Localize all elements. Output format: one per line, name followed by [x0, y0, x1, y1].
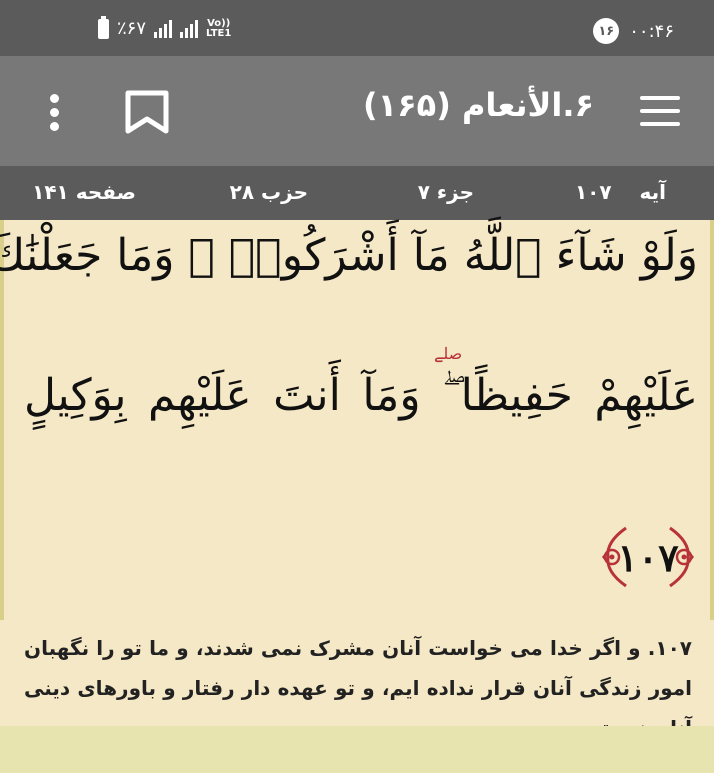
battery-percent: ٪۶۷	[117, 18, 147, 39]
more-options-icon[interactable]	[50, 94, 60, 136]
lte-label: LTE1	[206, 27, 232, 39]
clock: ۰۰:۴۶	[629, 20, 674, 42]
bookmark-icon[interactable]	[124, 90, 170, 134]
ayah-line-2[interactable]: عَلَيْهِمْ حَفِيظًا ۖ وَمَآ أَنتَ عَلَيْ…	[24, 370, 698, 421]
status-right: ۱۶ ۰۰:۴۶	[593, 18, 674, 44]
status-bar: ٪۶۷ Vo)) LTE1 ۱۶ ۰۰:۴۶	[0, 0, 714, 56]
ayah-info: آیه ۱۰۷	[575, 180, 666, 204]
signal-icon	[154, 19, 173, 38]
ayah-number-medallion: ۱۰۷	[598, 522, 698, 592]
volte-label: Vo))	[207, 17, 231, 29]
page-info: صفحه ۱۴۱	[32, 180, 136, 204]
hamburger-menu-icon[interactable]	[640, 96, 680, 126]
hizb-info: حزب ۲۸	[229, 180, 308, 204]
signal-icon-2	[180, 19, 199, 38]
quran-text-area: وَلَوْ شَآءَ ٱللَّهُ مَآ أَشْرَكُوا۟ ۗ و…	[0, 220, 714, 620]
ayah-number: ۱۰۷	[574, 180, 612, 204]
app-toolbar: ۶.الأنعام (۱۶۵)	[0, 56, 714, 166]
status-left: ٪۶۷ Vo)) LTE1	[98, 15, 232, 39]
surah-title[interactable]: ۶.الأنعام (۱۶۵)	[363, 86, 594, 124]
next-ayah-band	[0, 726, 714, 773]
network-indicator: Vo)) LTE1	[206, 17, 232, 39]
info-bar: آیه ۱۰۷ جزء ۷ حزب ۲۸ صفحه ۱۴۱	[0, 166, 714, 220]
battery-icon	[98, 15, 109, 39]
notification-badge: ۱۶	[593, 18, 620, 44]
pause-mark: صلے	[434, 344, 463, 363]
ayah-line-1[interactable]: وَلَوْ شَآءَ ٱللَّهُ مَآ أَشْرَكُوا۟ ۗ و…	[0, 230, 698, 281]
juz-info: جزء ۷	[417, 180, 474, 204]
ayah-label: آیه	[639, 180, 667, 204]
ayah-marker-number: ۱۰۷	[617, 534, 679, 580]
